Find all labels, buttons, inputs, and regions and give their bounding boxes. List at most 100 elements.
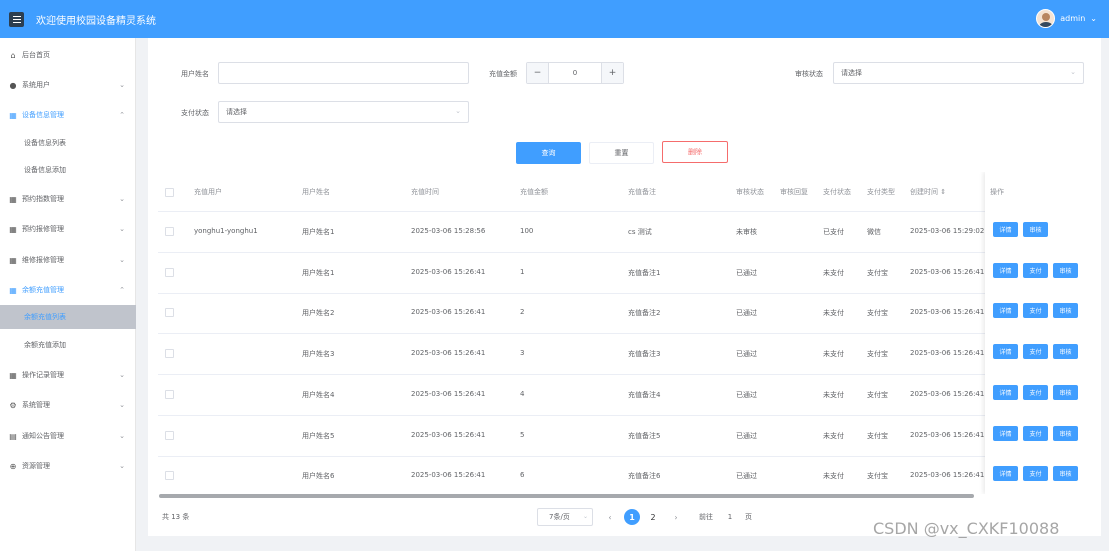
delete-button[interactable]: 删除 xyxy=(662,141,728,163)
detail-button[interactable]: 详情 xyxy=(993,303,1018,319)
detail-button[interactable]: 详情 xyxy=(993,262,1018,278)
row-checkbox[interactable] xyxy=(165,308,174,318)
cell-pay: 未支付 xyxy=(823,431,844,440)
detail-button[interactable]: 详情 xyxy=(993,344,1018,360)
cell-amount: 5 xyxy=(520,430,525,439)
table-row: 用户姓名6 2025-03-06 15:26:41 6 充值备注6 已通过 未支付 支付宝 2… xyxy=(158,456,1079,494)
detail-button[interactable]: 详情 xyxy=(993,384,1018,400)
cell-audit: 已通过 xyxy=(736,390,757,399)
audit-button[interactable]: 审核 xyxy=(1053,384,1078,400)
pay-button[interactable]: 支付 xyxy=(1023,303,1048,319)
sidebar-item-0[interactable]: ⌂ 后台首页 xyxy=(0,45,136,65)
minus-icon[interactable]: − xyxy=(527,63,549,83)
reset-button[interactable]: 重置 xyxy=(589,142,654,164)
chevron-down-icon[interactable]: ⌄ xyxy=(1090,14,1097,23)
audit-button[interactable]: 审核 xyxy=(1023,222,1048,237)
sidebar-item-7[interactable]: ▦ 维修报修管理 ⌄ xyxy=(0,250,136,270)
chevron-down-icon: ⌄ xyxy=(119,225,125,233)
grid-icon: ▦ xyxy=(9,285,17,295)
sidebar-item-5[interactable]: ▦ 预约指数管理 ⌄ xyxy=(0,189,136,209)
page-size-select[interactable]: 7条/页 ⌄ xyxy=(537,508,593,526)
query-button[interactable]: 查询 xyxy=(516,142,581,164)
column-header-6: 审核回复 xyxy=(780,188,808,196)
column-header-10: 操作 xyxy=(990,188,1004,196)
sidebar-item-11[interactable]: ▦ 操作记录管理 ⌄ xyxy=(0,365,136,385)
column-header-4: 充值备注 xyxy=(628,188,656,196)
avatar[interactable] xyxy=(1036,9,1056,28)
username-filter-input[interactable] xyxy=(218,62,469,84)
next-page-icon[interactable]: › xyxy=(670,509,682,525)
sidebar-item-4[interactable]: 设备信息添加 xyxy=(0,160,136,180)
sidebar-item-10[interactable]: 余额充值添加 xyxy=(0,335,136,355)
app-title: 欢迎使用校园设备精灵系统 xyxy=(36,15,156,27)
sidebar-item-label: 设备信息管理 xyxy=(22,111,64,119)
cell-audit: 已通过 xyxy=(736,309,757,318)
amount-value[interactable]: 0 xyxy=(549,63,601,83)
cell-audit: 未审核 xyxy=(736,228,757,236)
chevron-down-icon: ⌄ xyxy=(1070,68,1076,76)
pay-button[interactable]: 支付 xyxy=(1023,384,1048,400)
sidebar-item-6[interactable]: ▦ 预约报修管理 ⌄ xyxy=(0,219,136,239)
detail-button[interactable]: 详情 xyxy=(993,466,1018,482)
row-checkbox[interactable] xyxy=(165,389,174,399)
audit-button[interactable]: 审核 xyxy=(1053,466,1078,482)
cell-pay: 未支付 xyxy=(823,390,844,399)
menu-toggle-icon[interactable] xyxy=(9,11,24,27)
sidebar-item-14[interactable]: ⊕ 资源管理 ⌄ xyxy=(0,456,136,476)
chevron-down-icon: ⌄ xyxy=(582,513,588,520)
prev-page-icon[interactable]: ‹ xyxy=(604,509,616,525)
cell-time: 2025-03-06 15:26:41 xyxy=(411,308,486,317)
audit-button[interactable]: 审核 xyxy=(1053,262,1078,278)
username-label[interactable]: admin xyxy=(1060,14,1085,23)
audit-button[interactable]: 审核 xyxy=(1053,303,1078,319)
audit-button[interactable]: 审核 xyxy=(1053,425,1078,441)
pay-status-label: 支付状态 xyxy=(181,109,209,117)
amount-filter-label: 充值金额 xyxy=(489,70,517,78)
detail-button[interactable]: 详情 xyxy=(993,425,1018,441)
cell-name: 用户姓名1 xyxy=(302,268,335,277)
cell-remark: 充值备注6 xyxy=(628,472,661,481)
sidebar-item-label: 余额充值管理 xyxy=(22,286,64,294)
sidebar-item-label: 预约指数管理 xyxy=(22,195,64,203)
cell-type: 支付宝 xyxy=(867,309,888,318)
pay-button[interactable]: 支付 xyxy=(1023,425,1048,441)
table-row: 用户姓名5 2025-03-06 15:26:41 5 充值备注5 已通过 未支付 支付宝 2… xyxy=(158,416,1079,457)
page-1[interactable]: 1 xyxy=(624,509,640,525)
gear-icon: ⚙ xyxy=(9,400,17,410)
horizontal-scrollbar[interactable] xyxy=(159,494,974,498)
sidebar-item-3[interactable]: 设备信息列表 xyxy=(0,133,136,153)
sidebar-item-9[interactable]: 余额充值列表 xyxy=(0,305,136,329)
pay-status-select[interactable]: 请选择 ⌄ xyxy=(218,101,469,123)
audit-status-select[interactable]: 请选择 ⌄ xyxy=(833,62,1084,84)
page-2[interactable]: 2 xyxy=(647,509,659,525)
chevron-up-icon: ⌃ xyxy=(119,286,125,294)
sidebar-item-12[interactable]: ⚙ 系统管理 ⌄ xyxy=(0,395,136,415)
sidebar-item-13[interactable]: ▤ 通知公告管理 ⌄ xyxy=(0,426,136,446)
row-checkbox[interactable] xyxy=(165,267,174,277)
pay-button[interactable]: 支付 xyxy=(1023,344,1048,360)
cell-time: 2025-03-06 15:26:41 xyxy=(411,267,486,276)
column-header-9[interactable]: 创建时间 ⇕ xyxy=(910,187,946,197)
row-checkbox[interactable] xyxy=(165,430,174,440)
row-checkbox[interactable] xyxy=(165,349,174,359)
plus-circle-icon: ⊕ xyxy=(9,461,17,471)
detail-button[interactable]: 详情 xyxy=(993,222,1018,237)
column-header-7: 支付状态 xyxy=(823,188,851,196)
sidebar-item-8[interactable]: ▦ 余额充值管理 ⌃ xyxy=(0,280,136,300)
amount-stepper[interactable]: − 0 + xyxy=(526,62,624,84)
plus-icon[interactable]: + xyxy=(601,63,623,83)
goto-page-input[interactable]: 1 xyxy=(720,508,740,526)
row-checkbox[interactable] xyxy=(165,471,174,481)
chevron-down-icon: ⌄ xyxy=(119,432,125,440)
row-checkbox[interactable] xyxy=(165,227,174,236)
sidebar-item-2[interactable]: ▦ 设备信息管理 ⌃ xyxy=(0,105,136,125)
cell-audit: 已通过 xyxy=(736,350,757,359)
sidebar-item-1[interactable]: ● 系统用户 ⌄ xyxy=(0,75,136,95)
audit-button[interactable]: 审核 xyxy=(1053,344,1078,360)
user-menu[interactable]: admin ⌄ xyxy=(1036,9,1097,28)
pay-button[interactable]: 支付 xyxy=(1023,466,1048,482)
select-all-checkbox[interactable] xyxy=(165,188,174,197)
pay-button[interactable]: 支付 xyxy=(1023,262,1048,278)
cell-remark: 充值备注4 xyxy=(628,390,661,399)
cell-created: 2025-03-06 15:26:41 xyxy=(910,308,985,317)
